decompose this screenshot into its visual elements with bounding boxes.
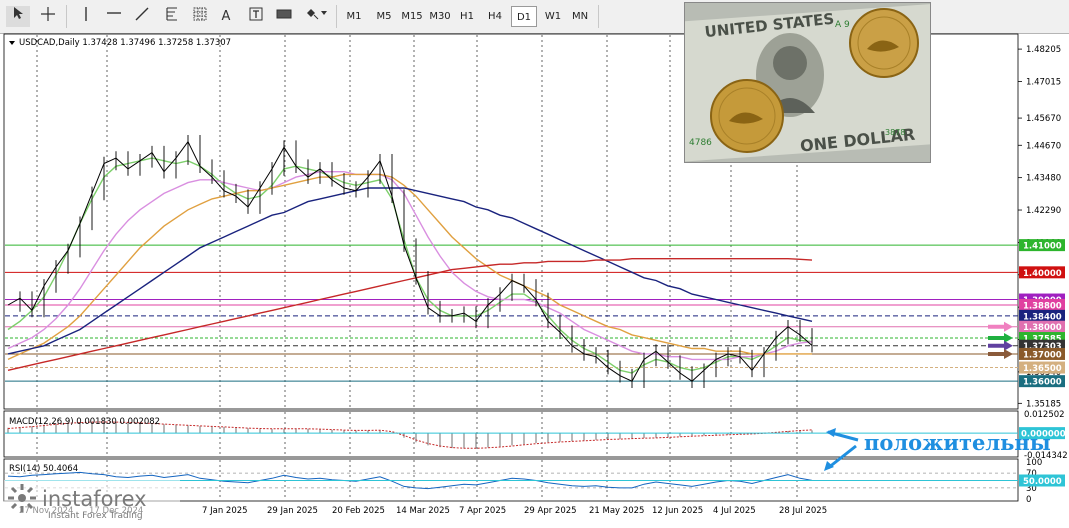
svg-text:A 9: A 9 <box>835 20 850 30</box>
rsi-value-label: 50.0000 <box>1023 477 1062 487</box>
level-label-text: 1.36000 <box>1023 378 1062 388</box>
level-label-text: 1.36500 <box>1023 364 1062 374</box>
y-tick-label: 1.48205 <box>1026 45 1061 55</box>
x-tick-label: 12 Jun 2025 <box>652 506 703 516</box>
crosshair-icon[interactable] <box>36 6 60 27</box>
annotation-text: положительны <box>864 430 1051 455</box>
trendline-icon[interactable] <box>130 6 154 27</box>
label-tool-icon[interactable] <box>244 6 268 27</box>
rectangle-tool-icon[interactable] <box>272 6 296 27</box>
instaforex-logo: instaforex Instant Forex Trading <box>4 480 180 524</box>
timeframe-h4[interactable]: H4 <box>482 6 508 27</box>
text-tool-icon[interactable]: A <box>214 6 238 27</box>
level-label-text: 1.38000 <box>1023 323 1062 333</box>
x-tick-label: 21 May 2025 <box>589 506 644 516</box>
fibonacci-icon[interactable] <box>160 6 184 27</box>
cursor-icon[interactable] <box>6 6 30 27</box>
y-tick-label: 1.44670 <box>1026 141 1061 151</box>
level-label-text: 1.40000 <box>1023 269 1062 279</box>
macd-y-tick-label: 0.012502 <box>1024 410 1065 420</box>
x-tick-label: 20 Feb 2025 <box>332 506 385 516</box>
timeframe-h1[interactable]: H1 <box>454 6 480 27</box>
timeframe-m1[interactable]: M1 <box>340 6 368 27</box>
shapes-dropdown-icon[interactable] <box>302 6 330 27</box>
logo-brand: instaforex <box>42 487 147 511</box>
timeframe-d1[interactable]: D1 <box>511 6 537 27</box>
x-tick-label: 14 Mar 2025 <box>396 506 450 516</box>
logo-tagline: Instant Forex Trading <box>48 511 143 521</box>
timeframe-m5[interactable]: M5 <box>370 6 398 27</box>
timeframe-mn[interactable]: MN <box>567 6 593 27</box>
x-tick-label: 7 Apr 2025 <box>459 506 506 516</box>
rsi-y-tick-label: 0 <box>1026 495 1031 505</box>
starburst-icon <box>8 484 36 512</box>
currency-photo: UNITED STATES A 9 ONE DOLLAR 3878 4786 <box>684 2 931 163</box>
macd-label: MACD(12,26,9) 0.001830 0.002082 <box>9 417 160 427</box>
x-tick-label: 29 Apr 2025 <box>524 506 577 516</box>
vertical-line-icon[interactable] <box>74 6 98 27</box>
horizontal-line-icon[interactable] <box>102 6 126 27</box>
y-tick-label: 1.47015 <box>1026 77 1061 87</box>
timeframe-m15[interactable]: M15 <box>398 6 426 27</box>
rsi-y-tick-label: 100 <box>1026 458 1042 468</box>
y-tick-label: 1.45670 <box>1026 114 1061 124</box>
level-label-text: 1.41000 <box>1023 242 1062 252</box>
price-level-labels: 1.410001.400001.390001.388001.384001.380… <box>1019 239 1065 388</box>
rsi-label: RSI(14) 50.4064 <box>9 464 78 474</box>
timeframe-m30[interactable]: M30 <box>426 6 454 27</box>
y-tick-label: 1.35185 <box>1026 399 1061 409</box>
symbol-header: USDCAD,Daily 1.37428 1.37496 1.37258 1.3… <box>19 38 231 48</box>
level-label-text: 1.37000 <box>1023 350 1062 360</box>
y-tick-label: 1.42290 <box>1026 206 1061 216</box>
timeframe-w1[interactable]: W1 <box>540 6 566 27</box>
x-tick-label: 28 Jul 2025 <box>779 506 827 516</box>
svg-text:3878: 3878 <box>885 128 905 137</box>
y-tick-label: 1.43480 <box>1026 174 1061 184</box>
x-tick-label: 29 Jan 2025 <box>267 506 318 516</box>
x-tick-label: 7 Jan 2025 <box>202 506 248 516</box>
svg-text:4786: 4786 <box>689 138 712 148</box>
x-tick-label: 4 Jul 2025 <box>713 506 756 516</box>
grid-tool-icon[interactable] <box>188 6 212 27</box>
